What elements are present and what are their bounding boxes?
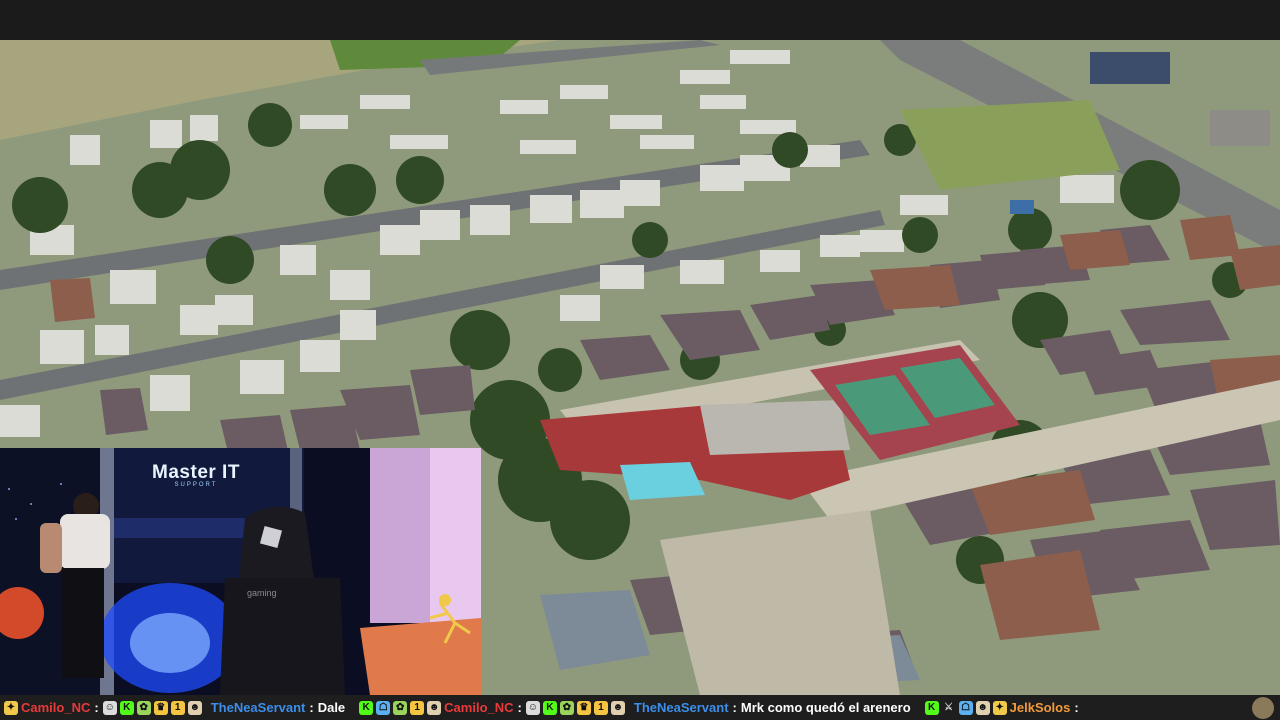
chat-username[interactable]: JelkSolos [1010, 700, 1071, 715]
chat-colon: : [732, 700, 737, 715]
chat-username[interactable]: Camilo_NC [444, 700, 513, 715]
chat-entry: TheNeaServant : Dale [211, 700, 345, 715]
chat-username[interactable]: Camilo_NC [21, 700, 90, 715]
sparkle-icon: ✦ [992, 700, 1007, 715]
chat-entry: TheNeaServant : Mrk como quedó el arener… [634, 700, 911, 715]
leaf-icon: ✿ [136, 700, 151, 715]
k-icon: K [359, 700, 374, 715]
brand-name: Master IT [152, 462, 240, 483]
chat-colon: : [309, 700, 314, 715]
crown-icon: ♛ [153, 700, 168, 715]
jester-icon: ☖ [376, 700, 391, 715]
mascot-icon: ☻ [187, 700, 202, 715]
sword-icon: ⚔ [941, 700, 956, 715]
master-it-logo: Master IT SUPPORT [146, 462, 246, 488]
chat-username[interactable]: TheNeaServant [211, 700, 306, 715]
chat-ticker: ✦ Camilo_NC : ☺ K ✿ ♛ 1 ☻ TheNeaServant … [0, 695, 1280, 720]
chat-colon: : [94, 700, 99, 715]
mascot-icon: ☻ [610, 700, 625, 715]
cat-icon: ☺ [102, 700, 117, 715]
cat-icon: ☺ [525, 700, 540, 715]
mascot-icon: ☻ [427, 700, 442, 715]
chat-colon: : [1074, 700, 1079, 715]
coin-icon: 1 [593, 700, 608, 715]
k-icon: K [119, 700, 134, 715]
leaf-icon: ✿ [393, 700, 408, 715]
leaf-icon: ✿ [559, 700, 574, 715]
top-bar [0, 0, 1280, 40]
coin-icon: 1 [410, 700, 425, 715]
chat-colon: : [517, 700, 522, 715]
k-icon: K [542, 700, 557, 715]
streamer-avatar [1252, 697, 1274, 719]
sparkle-icon: ✦ [4, 700, 18, 715]
chat-username[interactable]: TheNeaServant [634, 700, 729, 715]
k-icon: K [924, 700, 939, 715]
mascot-icon: ☻ [975, 700, 990, 715]
chat-entry: K ⚔ ☖ ☻ ✦ JelkSolos : [924, 700, 1083, 715]
chat-entry: ✦ Camilo_NC : ☺ K ✿ ♛ 1 ☻ [4, 700, 205, 715]
chat-message: Mrk como quedó el arenero [740, 700, 911, 715]
coin-icon: 1 [170, 700, 185, 715]
chair-brand-text: gaming [247, 588, 277, 598]
crown-icon: ♛ [576, 700, 591, 715]
chat-message: Dale [317, 700, 346, 715]
chat-entry: K ☖ ✿ 1 ☻ Camilo_NC : ☺ K ✿ ♛ 1 ☻ [359, 700, 628, 715]
jester-icon: ☖ [958, 700, 973, 715]
